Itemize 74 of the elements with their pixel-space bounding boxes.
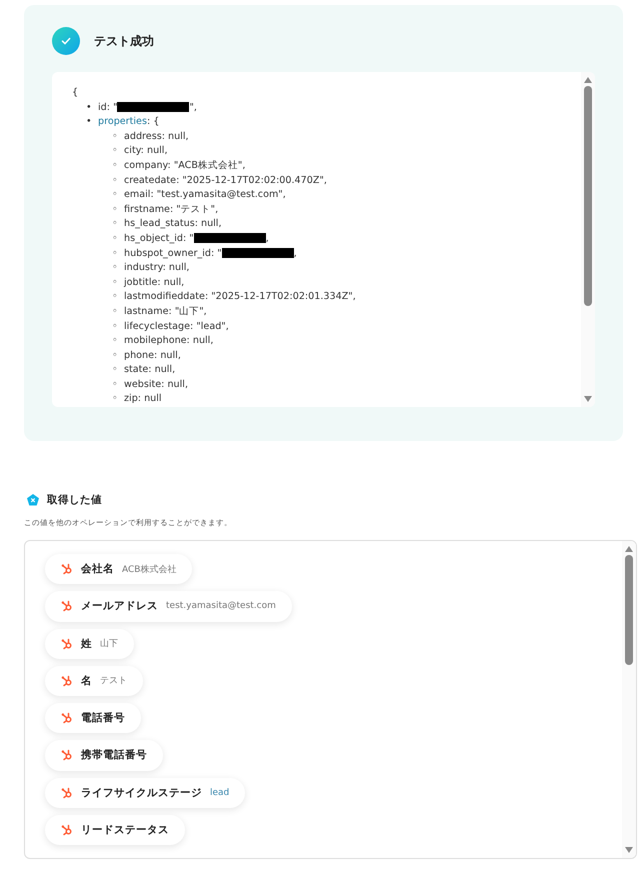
- value-chip[interactable]: ライフサイクルステージ lead: [45, 778, 246, 808]
- scroll-down-icon[interactable]: [583, 395, 593, 403]
- json-key: properties: [98, 116, 147, 128]
- json-line: jobtitle: null,: [124, 276, 184, 288]
- sprocket-icon: [61, 638, 73, 650]
- list-bullet: ◦: [112, 363, 119, 378]
- json-punctuation: ,: [266, 232, 269, 244]
- json-line: firstname: "テスト",: [124, 204, 218, 215]
- section-title: 取得した値: [47, 493, 102, 507]
- list-bullet: ◦: [112, 188, 119, 202]
- sprocket-icon: [61, 674, 73, 687]
- list-bullet: ◦: [112, 202, 119, 217]
- list-bullet: ◦: [112, 158, 119, 173]
- scrollbar-thumb[interactable]: [625, 555, 633, 665]
- value-chip[interactable]: 名 テスト: [45, 666, 143, 696]
- json-line: company: "ACB株式会社",: [124, 160, 246, 171]
- value-chip[interactable]: 会社名 ACB株式会社: [45, 554, 192, 584]
- value-chip[interactable]: メールアドレス test.yamasita@test.com: [45, 591, 292, 622]
- sprocket-icon: [61, 749, 73, 762]
- list-bullet: ◦: [112, 290, 119, 304]
- json-line: lifecyclestage: "lead",: [124, 320, 229, 332]
- list-bullet: ◦: [112, 174, 119, 188]
- json-line: mobilephone: null,: [124, 335, 214, 346]
- value-chip[interactable]: 電話番号: [45, 703, 141, 734]
- json-line: website: null,: [124, 378, 188, 390]
- json-punctuation: : {: [146, 116, 160, 128]
- list-bullet: ◦: [112, 334, 119, 348]
- json-line: phone: null,: [124, 350, 181, 361]
- scrollbar[interactable]: [581, 72, 595, 407]
- value-chip[interactable]: 姓 山下: [45, 628, 134, 659]
- result-title: テスト成功: [94, 32, 154, 50]
- list-bullet: ◦: [112, 304, 119, 319]
- json-line: address: null,: [124, 130, 189, 142]
- list-bullet: •: [86, 115, 93, 130]
- list-bullet: ◦: [112, 217, 119, 232]
- json-line: city: null,: [124, 145, 168, 156]
- list-bullet: ◦: [112, 348, 119, 363]
- json-line: industry: null,: [124, 262, 190, 274]
- json-line: hubspot_owner_id: ": [124, 248, 222, 259]
- json-line: createdate: "2025-12-17T02:02:00.470Z",: [124, 174, 327, 186]
- scroll-up-icon[interactable]: [583, 76, 593, 84]
- list-bullet: ◦: [112, 130, 119, 144]
- json-punctuation: {: [72, 86, 80, 100]
- list-bullet: ◦: [112, 378, 119, 392]
- sprocket-icon: [61, 600, 73, 612]
- scrollbar[interactable]: [622, 541, 636, 858]
- json-line: lastmodifieddate: "2025-12-17T02:02:01.334Z",: [124, 291, 356, 302]
- list-bullet: ◦: [112, 144, 119, 158]
- scroll-up-icon[interactable]: [624, 545, 634, 553]
- value-chip[interactable]: リードステータス: [45, 814, 185, 845]
- list-bullet: •: [86, 100, 93, 115]
- list-bullet: ◦: [112, 276, 119, 290]
- sprocket-icon: [61, 712, 73, 724]
- json-line: state: null,: [124, 364, 176, 376]
- sprocket-icon: [61, 563, 73, 576]
- sprocket-icon: [61, 786, 73, 799]
- variable-icon: [26, 493, 40, 507]
- json-line: zip: null: [124, 393, 162, 404]
- list-bullet: ◦: [112, 246, 119, 261]
- json-punctuation: ",: [189, 102, 197, 113]
- sprocket-icon: [61, 824, 73, 836]
- list-bullet: ◦: [112, 261, 119, 276]
- json-line: hs_lead_status: null,: [124, 218, 222, 230]
- json-line: email: "test.yamasita@test.com",: [124, 189, 286, 200]
- json-punctuation: ,: [294, 248, 297, 259]
- scrollbar-thumb[interactable]: [584, 86, 592, 306]
- json-line: id: ": [98, 102, 118, 113]
- value-chip[interactable]: 携帯電話番号: [45, 740, 163, 770]
- list-bullet: ◦: [112, 232, 119, 246]
- json-line: hs_object_id: ": [124, 232, 194, 244]
- json-line: lastname: "山下",: [124, 306, 207, 317]
- scroll-down-icon[interactable]: [624, 846, 634, 854]
- list-bullet: ◦: [112, 392, 119, 406]
- list-bullet: ◦: [112, 320, 119, 334]
